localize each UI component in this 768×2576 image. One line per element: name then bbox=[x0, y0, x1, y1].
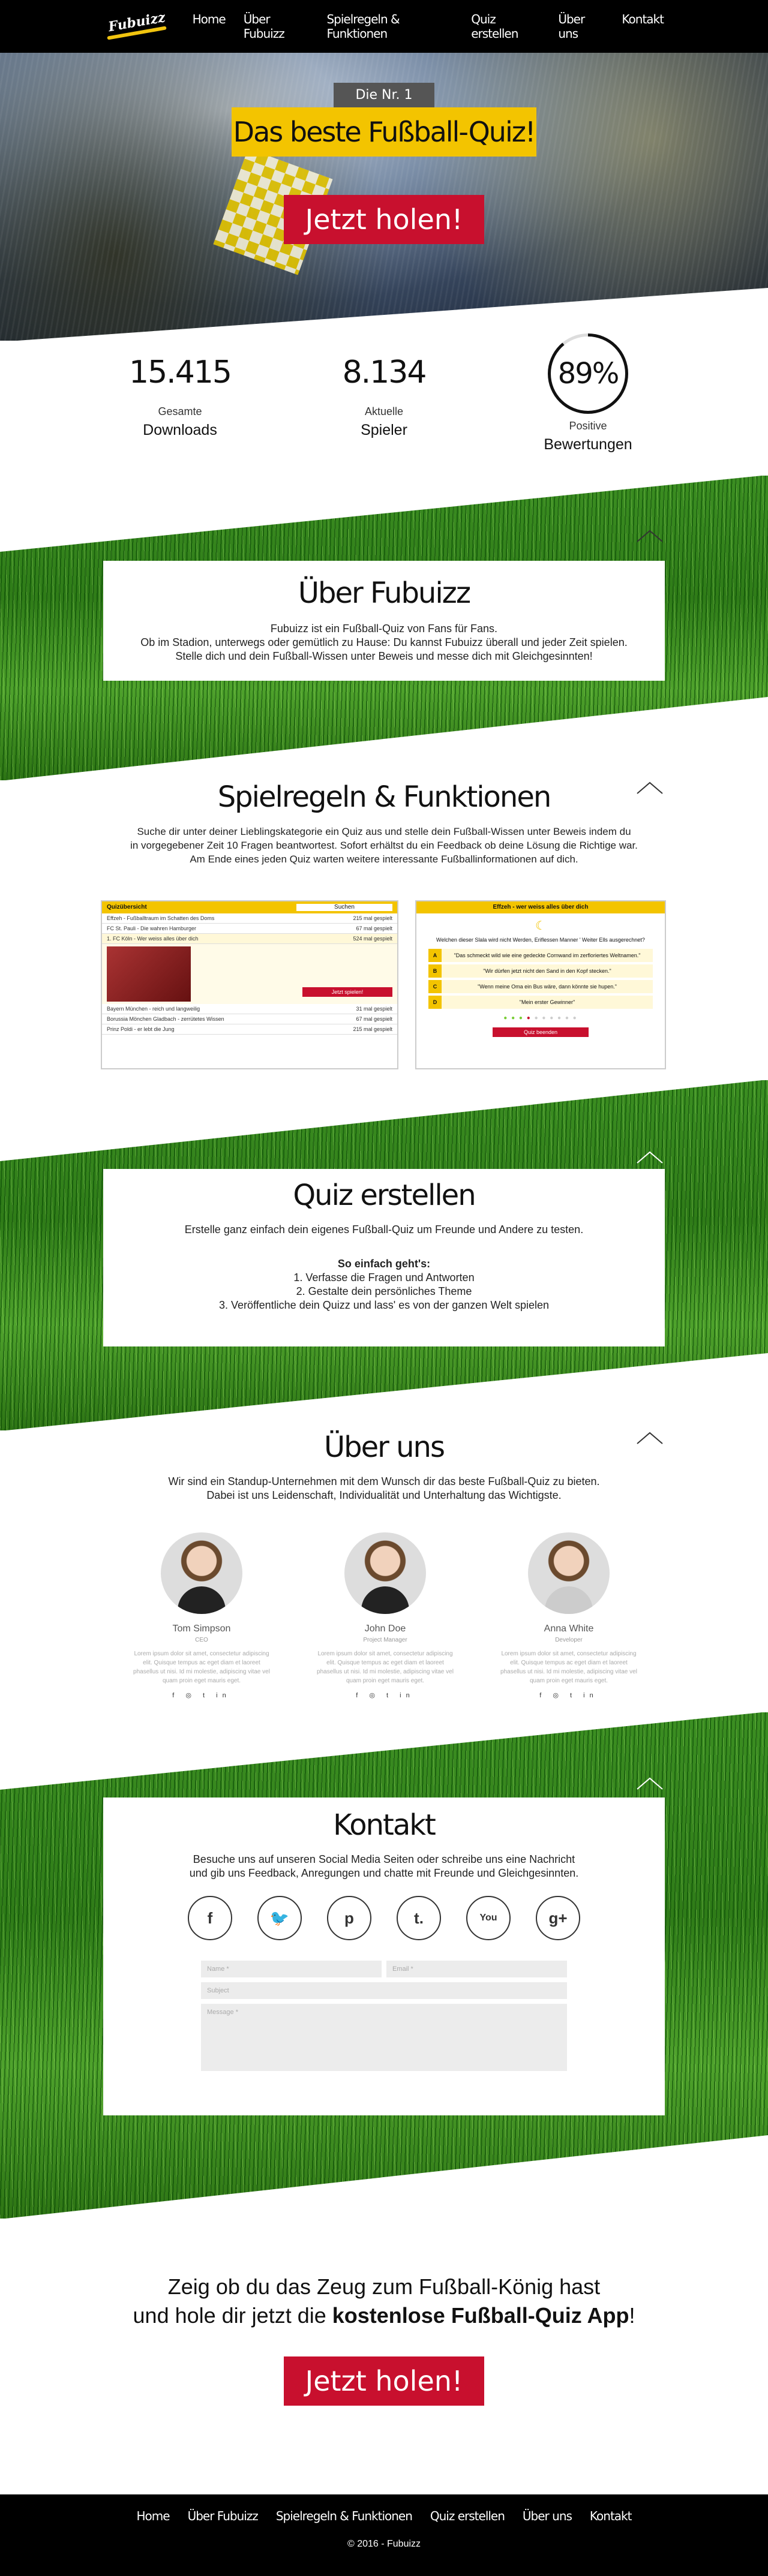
quiz-question-screenshot: Effzeh - wer weiss alles über dich ☾ Wel… bbox=[415, 900, 666, 1069]
stat-rating: 89% Positive Bewertungen bbox=[486, 333, 690, 476]
nav-us[interactable]: Über uns bbox=[558, 12, 604, 41]
hero-download-button[interactable]: Jetzt holen! bbox=[283, 195, 485, 244]
cta-line1: Zeig ob du das Zeug zum Fußball-König ha… bbox=[167, 2274, 601, 2299]
avatar bbox=[344, 1532, 426, 1614]
footer-nav-about[interactable]: Über Fubuizz bbox=[188, 2509, 259, 2523]
create-card: Quiz erstellen Erstelle ganz einfach dei… bbox=[103, 1169, 665, 1346]
chevron-up-icon[interactable] bbox=[636, 528, 664, 543]
cta-download-button[interactable]: Jetzt holen! bbox=[283, 2356, 485, 2406]
social-icons[interactable]: f ◎ t in bbox=[314, 1691, 456, 1699]
create-title: Quiz erstellen bbox=[293, 1179, 476, 1212]
pinterest-icon[interactable]: p bbox=[327, 1896, 371, 1940]
about-title: Über Fubuizz bbox=[298, 576, 471, 610]
team-member: Tom Simpson CEO Lorem ipsum dolor sit am… bbox=[131, 1532, 272, 1699]
footer-nav-home[interactable]: Home bbox=[137, 2509, 170, 2523]
hero-badge: Die Nr. 1 bbox=[334, 83, 434, 107]
footer-nav-rules[interactable]: Spielregeln & Funktionen bbox=[276, 2509, 413, 2523]
team-member: Anna White Developer Lorem ipsum dolor s… bbox=[498, 1532, 640, 1699]
rules-section: Spielregeln & Funktionen Suche dir unter… bbox=[0, 780, 768, 1080]
googleplus-icon[interactable]: g+ bbox=[536, 1896, 580, 1940]
copyright: © 2016 - Fubuizz bbox=[347, 2539, 421, 2549]
contact-card: Kontakt Besuche uns auf unseren Social M… bbox=[103, 1798, 665, 2115]
chevron-up-icon[interactable] bbox=[636, 1150, 664, 1164]
avatar bbox=[528, 1532, 610, 1614]
stats: 15.415 Gesamte Downloads 8.134 Aktuelle … bbox=[0, 333, 768, 476]
about-card: Über Fubuizz Fubuizz ist ein Fußball-Qui… bbox=[103, 561, 665, 681]
nav-contact[interactable]: Kontakt bbox=[622, 12, 664, 41]
footer-nav: Home Über Fubuizz Spielregeln & Funktion… bbox=[0, 2509, 768, 2523]
footer-nav-contact[interactable]: Kontakt bbox=[590, 2509, 632, 2523]
twitter-icon[interactable]: 🐦 bbox=[257, 1896, 302, 1940]
hero-title: Das beste Fußball-Quiz! bbox=[232, 107, 536, 157]
nav-links: Home Über Fubuizz Spielregeln & Funktion… bbox=[193, 12, 664, 41]
tumblr-icon[interactable]: t. bbox=[397, 1896, 441, 1940]
social-icons[interactable]: f ◎ t in bbox=[498, 1691, 640, 1699]
message-field[interactable]: Message * bbox=[201, 2004, 567, 2071]
contact-title: Kontakt bbox=[333, 1808, 436, 1842]
name-field[interactable]: Name * bbox=[201, 1961, 382, 1977]
footer-nav-create[interactable]: Quiz erstellen bbox=[430, 2509, 505, 2523]
chevron-up-icon[interactable] bbox=[636, 1776, 664, 1790]
top-nav: Fubuizz Home Über Fubuizz Spielregeln & … bbox=[0, 0, 768, 53]
quiz-overview-screenshot: Quizübersicht Suchen Effzeh - Fußballtrau… bbox=[101, 900, 398, 1069]
nav-about[interactable]: Über Fubuizz bbox=[244, 12, 309, 41]
footer: Home Über Fubuizz Spielregeln & Funktion… bbox=[0, 2494, 768, 2576]
nav-create[interactable]: Quiz erstellen bbox=[471, 12, 540, 41]
subject-field[interactable]: Subject bbox=[201, 1982, 567, 1999]
social-icons[interactable]: f ◎ t in bbox=[131, 1691, 272, 1699]
email-field[interactable]: Email * bbox=[386, 1961, 567, 1977]
team-member: John Doe Project Manager Lorem ipsum dol… bbox=[314, 1532, 456, 1699]
rating-ring: 89% bbox=[548, 333, 628, 414]
nav-home[interactable]: Home bbox=[193, 12, 226, 41]
stat-players: 8.134 Aktuelle Spieler bbox=[342, 354, 427, 438]
avatar bbox=[161, 1532, 242, 1614]
chevron-up-icon[interactable] bbox=[636, 1430, 664, 1445]
cta-line2: und hole dir jetzt die kostenlose Fußbal… bbox=[133, 2303, 635, 2328]
hero: Die Nr. 1 Das beste Fußball-Quiz! Jetzt … bbox=[0, 53, 768, 341]
stat-downloads: 15.415 Gesamte Downloads bbox=[129, 354, 232, 438]
us-section: Über uns Wir sind ein Standup-Unternehme… bbox=[0, 1430, 768, 1712]
nav-rules[interactable]: Spielregeln & Funktionen bbox=[326, 12, 453, 41]
about-section: Über Fubuizz Fubuizz ist ein Fußball-Qui… bbox=[0, 476, 768, 780]
youtube-icon[interactable]: You bbox=[466, 1896, 511, 1940]
footer-nav-us[interactable]: Über uns bbox=[523, 2509, 572, 2523]
contact-section: Kontakt Besuche uns auf unseren Social M… bbox=[0, 1712, 768, 2219]
chevron-up-icon[interactable] bbox=[636, 780, 664, 795]
create-section: Quiz erstellen Erstelle ganz einfach dei… bbox=[0, 1080, 768, 1430]
cta-section: Zeig ob du das Zeug zum Fußball-König ha… bbox=[0, 2219, 768, 2494]
facebook-icon[interactable]: f bbox=[188, 1896, 232, 1940]
logo[interactable]: Fubuizz bbox=[104, 10, 169, 42]
